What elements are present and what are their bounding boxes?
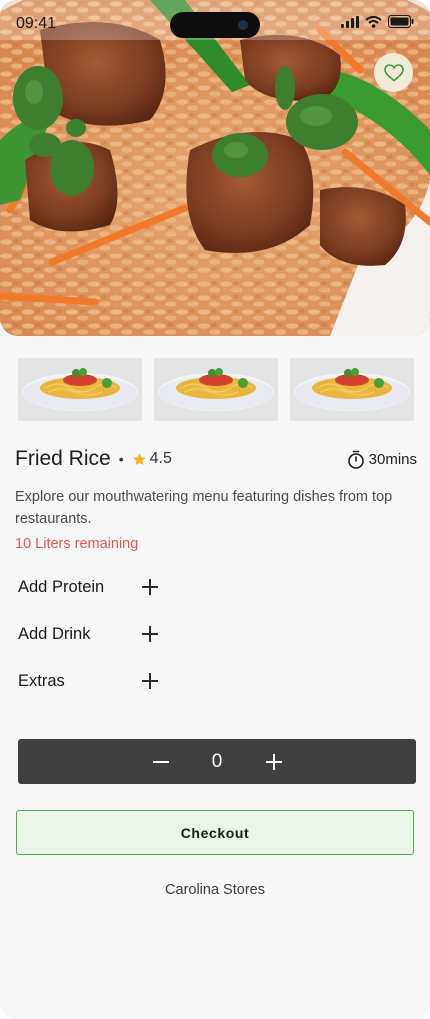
thumbnail-image[interactable] <box>290 358 414 421</box>
spaghetti-plate-image <box>294 368 410 411</box>
timer-icon <box>347 450 364 469</box>
option-label: Add Drink <box>18 624 91 643</box>
status-bar: 09:41 <box>0 0 430 48</box>
rating-value: 4.5 <box>149 450 172 467</box>
option-label: Add Protein <box>18 577 105 596</box>
option-add-protein[interactable]: Add Protein <box>18 575 158 599</box>
battery-icon <box>388 15 414 28</box>
fried-rice-photo <box>0 0 430 336</box>
status-time: 09:41 <box>16 15 57 32</box>
spaghetti-plate-image <box>158 368 274 411</box>
option-extras[interactable]: Extras <box>18 669 158 693</box>
increase-quantity-button[interactable] <box>264 752 284 772</box>
heart-icon <box>383 63 404 82</box>
prep-time-value: 30mins <box>368 450 417 468</box>
product-description: Explore our mouthwatering menu featuring… <box>15 489 393 527</box>
thumbnail-image[interactable] <box>154 358 278 421</box>
stock-note: 10 Liters remaining <box>15 536 139 552</box>
checkout-button[interactable]: Checkout <box>16 810 414 855</box>
hero-food-image: 09:41 <box>0 0 430 336</box>
system-indicators <box>341 15 414 28</box>
option-add-drink[interactable]: Add Drink <box>18 622 158 646</box>
decrease-quantity-button[interactable] <box>151 752 171 772</box>
plus-icon[interactable] <box>142 579 158 595</box>
prep-time: 30mins <box>347 450 417 469</box>
spaghetti-plate-image <box>22 368 138 411</box>
plus-icon[interactable] <box>142 673 158 689</box>
product-detail-screen: 09:41 Fried Rice • 4.5 30mins Explore ou… <box>0 0 430 1019</box>
thumbnail-image[interactable] <box>18 358 142 421</box>
favorite-button[interactable] <box>374 53 413 92</box>
plus-icon[interactable] <box>142 626 158 642</box>
separator-dot: • <box>118 451 124 467</box>
thumbnail-gallery <box>18 358 414 421</box>
checkout-label: Checkout <box>180 824 250 841</box>
option-label: Extras <box>18 671 65 690</box>
star-icon <box>132 452 146 465</box>
minus-icon <box>153 761 169 763</box>
store-name[interactable]: Carolina Stores <box>0 882 430 898</box>
product-header: Fried Rice • 4.5 30mins <box>15 446 417 472</box>
dynamic-island <box>170 12 260 38</box>
cellular-signal-icon <box>341 15 359 28</box>
camera-icon <box>238 20 248 30</box>
quantity-stepper: 0 <box>18 739 416 784</box>
quantity-value: 0 <box>211 750 223 772</box>
product-rating: 4.5 <box>132 450 172 468</box>
wifi-icon <box>365 15 382 28</box>
product-name: Fried Rice <box>15 447 111 470</box>
